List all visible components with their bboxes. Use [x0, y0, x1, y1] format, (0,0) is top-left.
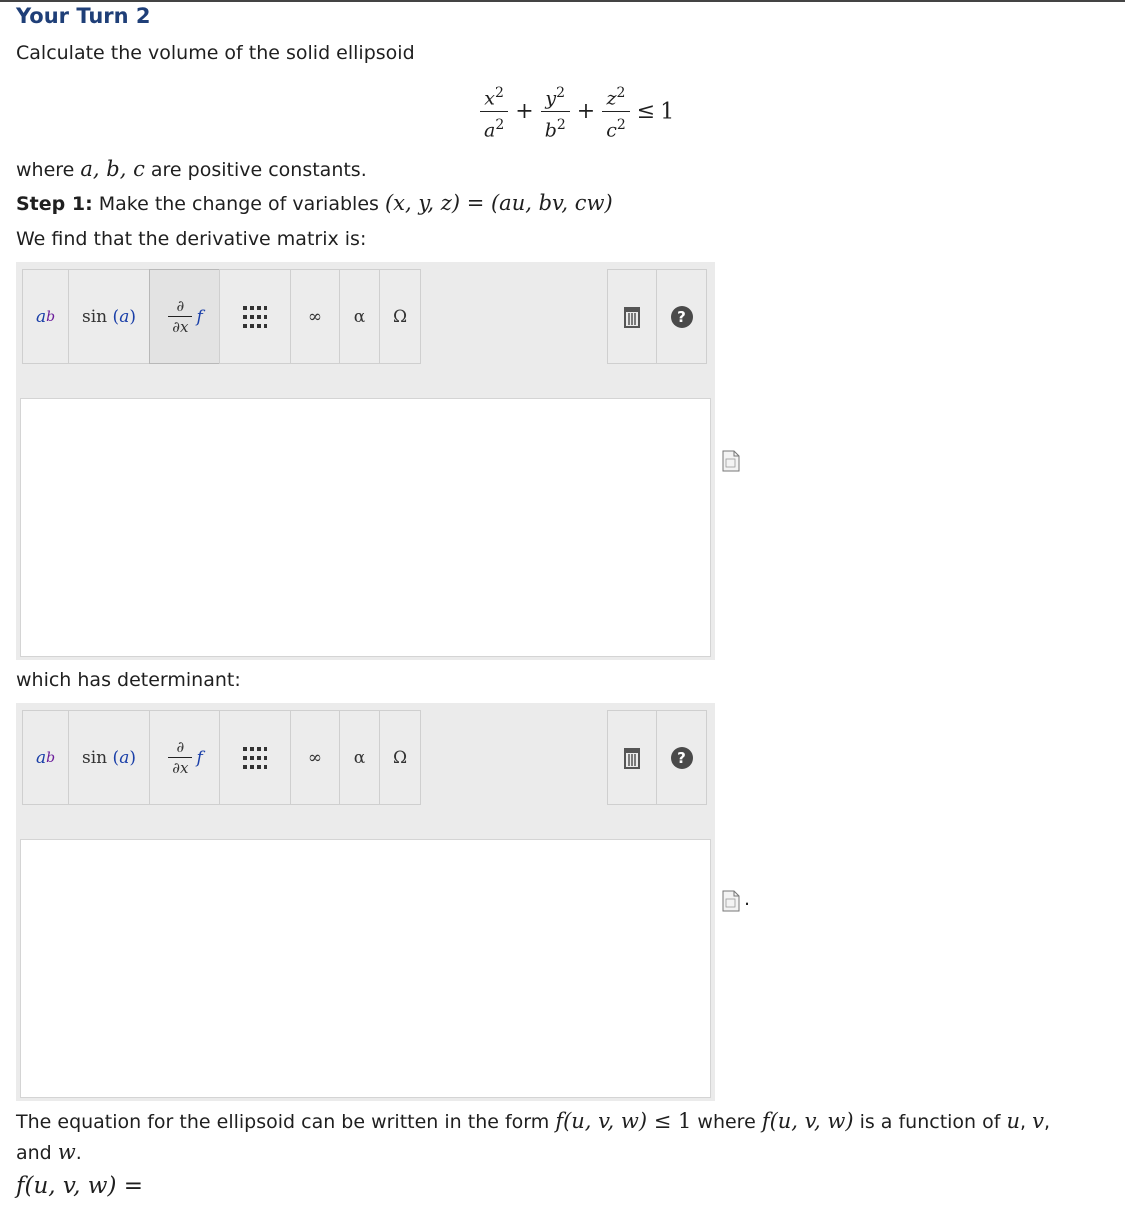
- help-button[interactable]: ?: [656, 269, 707, 364]
- trash-icon: [624, 747, 640, 769]
- power-button[interactable]: ab: [22, 710, 69, 805]
- trash-button[interactable]: [607, 269, 657, 364]
- math-toolbar: ab sin (a) ∂ ∂x f ∞ α Ω ?: [22, 269, 708, 364]
- fraction-x: x2 a2: [480, 80, 509, 144]
- ellipsoid-inequality: x2 a2 + y2 b2 + z2 c2 ≤1: [478, 80, 674, 144]
- sin-button[interactable]: sin (a): [68, 269, 150, 364]
- help-button[interactable]: ?: [656, 710, 707, 805]
- page-title: Your Turn 2: [16, 4, 151, 28]
- matrix-grid-icon: [243, 746, 267, 769]
- where-text: where a, b, c are positive constants.: [16, 157, 367, 181]
- derivative-button[interactable]: ∂ ∂x f: [149, 710, 220, 805]
- file-preview-icon[interactable]: [722, 890, 740, 912]
- sin-button[interactable]: sin (a): [68, 710, 150, 805]
- intro-text: Calculate the volume of the solid ellips…: [16, 42, 415, 64]
- trash-icon: [624, 306, 640, 328]
- step1-text: Step 1: Make the change of variables (x,…: [16, 191, 613, 215]
- derivative-button[interactable]: ∂ ∂x f: [149, 269, 220, 364]
- derivative-text: We find that the derivative matrix is:: [16, 228, 367, 250]
- help-icon: ?: [670, 746, 693, 769]
- trailing-period: .: [744, 888, 751, 910]
- omega-button[interactable]: Ω: [379, 710, 421, 805]
- help-icon: ?: [670, 305, 693, 328]
- fraction-y: y2 b2: [540, 80, 570, 144]
- determinant-input[interactable]: [20, 839, 711, 1098]
- determinant-text: which has determinant:: [16, 669, 241, 691]
- matrix-button[interactable]: [219, 269, 291, 364]
- infinity-button[interactable]: ∞: [290, 710, 340, 805]
- matrix-grid-icon: [243, 305, 267, 328]
- matrix-button[interactable]: [219, 710, 291, 805]
- and-text: and w.: [16, 1140, 82, 1164]
- top-border: [0, 0, 1125, 2]
- final-expression: f(u, v, w) =: [16, 1173, 144, 1199]
- determinant-editor: ab sin (a) ∂ ∂x f ∞ α Ω ?: [16, 703, 715, 1101]
- alpha-button[interactable]: α: [339, 269, 380, 364]
- equation-text: The equation for the ellipsoid can be wr…: [16, 1109, 1051, 1133]
- matrix-editor: ab sin (a) ∂ ∂x f ∞ α Ω ?: [16, 262, 715, 660]
- matrix-input[interactable]: [20, 398, 711, 657]
- trash-button[interactable]: [607, 710, 657, 805]
- alpha-button[interactable]: α: [339, 710, 380, 805]
- fraction-z: z2 c2: [602, 80, 630, 144]
- infinity-button[interactable]: ∞: [290, 269, 340, 364]
- omega-button[interactable]: Ω: [379, 269, 421, 364]
- file-preview-icon[interactable]: [722, 450, 740, 472]
- math-toolbar-2: ab sin (a) ∂ ∂x f ∞ α Ω ?: [22, 710, 708, 805]
- power-button[interactable]: ab: [22, 269, 69, 364]
